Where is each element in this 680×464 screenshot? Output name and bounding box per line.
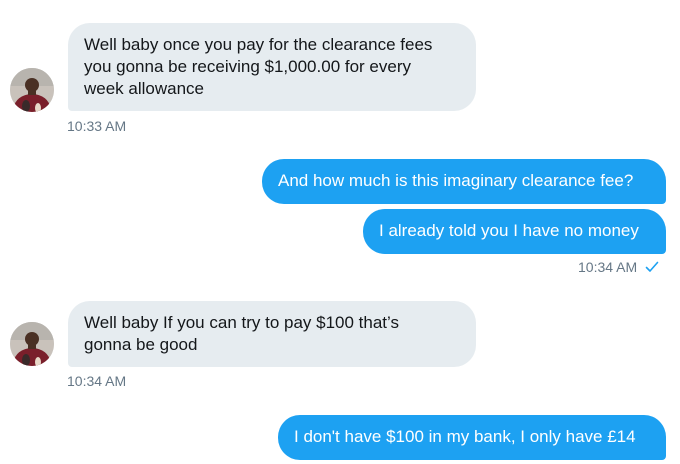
message-timestamp: 10:34 AM [67,373,127,389]
message-line: Well baby once you pay for the clearance… [84,35,433,54]
message-status-row: 10:34 AM [578,258,659,278]
message-line: I already told you I have no money [379,221,639,240]
outgoing-message-bubble[interactable]: I already told you I have no money [363,209,666,254]
message-line: week allowance [84,79,205,98]
incoming-message-bubble[interactable]: Well baby If you can try to pay $100 tha… [68,301,476,367]
avatar-image [10,68,54,112]
message-line: I don't have $100 in my bank, I only hav… [294,427,636,446]
message-line: gonna be good [84,335,198,354]
sender-avatar[interactable] [10,68,54,112]
outgoing-message-bubble[interactable]: And how much is this imaginary clearance… [262,159,666,204]
message-timestamp: 10:33 AM [67,118,127,134]
incoming-message-bubble[interactable]: Well baby once you pay for the clearance… [68,23,476,111]
avatar-image [10,322,54,366]
message-timestamp: 10:34 AM [578,259,638,275]
outgoing-message-bubble[interactable]: I don't have $100 in my bank, I only hav… [278,415,666,460]
message-line: Well baby If you can try to pay $100 tha… [84,313,399,332]
message-line: you gonna be receiving $1,000.00 for eve… [84,57,412,76]
message-line: And how much is this imaginary clearance… [278,171,634,190]
sender-avatar[interactable] [10,322,54,366]
checkmark-icon [645,260,659,278]
